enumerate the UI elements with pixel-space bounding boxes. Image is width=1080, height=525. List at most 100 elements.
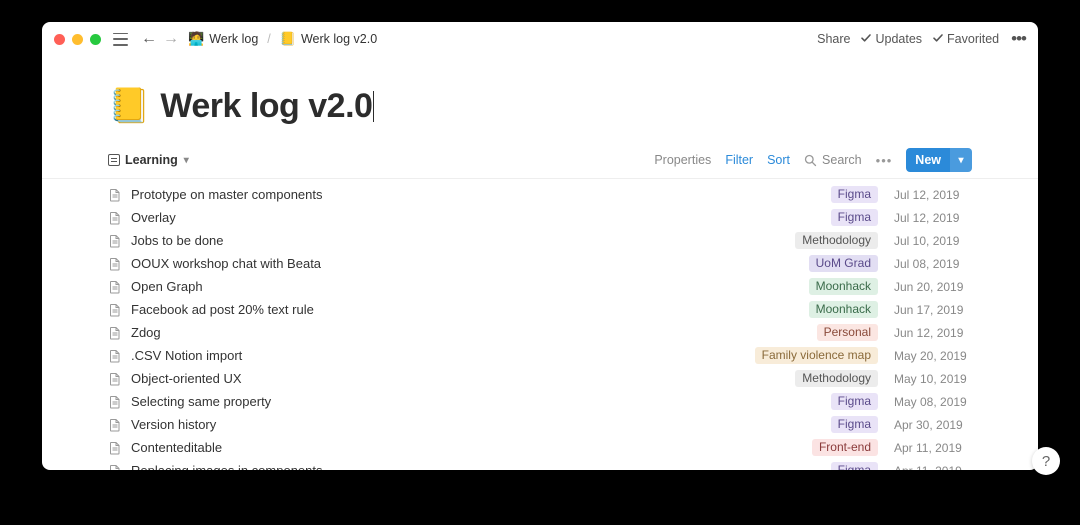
updates-label: Updates	[875, 32, 922, 46]
list-item-title: Open Graph	[131, 279, 801, 294]
tag-badge: Figma	[831, 186, 878, 203]
search-icon	[804, 154, 817, 167]
window-controls	[54, 34, 101, 45]
list-item[interactable]: Object-oriented UX Methodology May 10, 201…	[108, 367, 972, 390]
page-icon	[108, 234, 122, 248]
page-title[interactable]: Werk log v2.0	[160, 87, 372, 126]
favorited-button[interactable]: Favorited	[932, 32, 999, 47]
list-item-title: OOUX workshop chat with Beata	[131, 256, 801, 271]
toolbar-more-button[interactable]: •••	[876, 153, 893, 168]
database-list: Prototype on master components Figma Jul 1…	[42, 179, 1038, 470]
list-item[interactable]: Prototype on master components Figma Jul 1…	[108, 183, 972, 206]
check-icon	[932, 32, 944, 47]
check-icon	[860, 32, 872, 47]
list-item-date: May 10, 2019	[894, 372, 972, 386]
more-menu-button[interactable]: •••	[1011, 29, 1026, 49]
tag-badge: Front-end	[812, 439, 878, 456]
page-icon	[108, 303, 122, 317]
new-button-label: New	[906, 153, 950, 167]
search-label: Search	[822, 153, 862, 167]
list-item-title: Version history	[131, 417, 823, 432]
list-item[interactable]: Jobs to be done Methodology Jul 10, 2019	[108, 229, 972, 252]
new-button-dropdown[interactable]: ▾	[950, 148, 972, 172]
list-item-title: Replacing images in components	[131, 463, 823, 470]
sidebar-toggle-icon[interactable]	[113, 33, 128, 46]
sort-button[interactable]: Sort	[767, 153, 790, 167]
list-item[interactable]: Contenteditable Front-end Apr 11, 2019	[108, 436, 972, 459]
page-icon	[108, 464, 122, 471]
search-button[interactable]: Search	[804, 153, 862, 167]
list-item-title: Jobs to be done	[131, 233, 787, 248]
page-icon	[108, 418, 122, 432]
tag-badge: Figma	[831, 462, 878, 470]
new-button[interactable]: New ▾	[906, 148, 972, 172]
view-picker[interactable]: Learning ▾	[108, 153, 189, 167]
page-emoji[interactable]: 📒	[108, 86, 150, 126]
tag-badge: UoM Grad	[809, 255, 878, 272]
list-item-date: Apr 11, 2019	[894, 441, 972, 455]
database-toolbar: Learning ▾ Properties Filter Sort Search…	[42, 134, 1038, 179]
list-item-title: Zdog	[131, 325, 809, 340]
maximize-window-button[interactable]	[90, 34, 101, 45]
properties-button[interactable]: Properties	[654, 153, 711, 167]
list-view-icon	[108, 154, 120, 166]
nav-forward-button[interactable]: →	[160, 30, 182, 48]
list-item-date: Jul 08, 2019	[894, 257, 972, 271]
top-actions: Share Updates Favorited •••	[817, 29, 1026, 49]
list-item[interactable]: Replacing images in components Figma Apr 1…	[108, 459, 972, 470]
minimize-window-button[interactable]	[72, 34, 83, 45]
list-item[interactable]: Overlay Figma Jul 12, 2019	[108, 206, 972, 229]
page-icon	[108, 372, 122, 386]
page-icon	[108, 280, 122, 294]
page-header: 📒 Werk log v2.0	[42, 56, 1038, 134]
favorited-label: Favorited	[947, 32, 999, 46]
page-icon	[108, 188, 122, 202]
tag-badge: Methodology	[795, 232, 878, 249]
filter-button[interactable]: Filter	[725, 153, 753, 167]
nav-back-button[interactable]: ←	[138, 30, 160, 48]
page-icon	[108, 326, 122, 340]
tag-badge: Methodology	[795, 370, 878, 387]
list-item-date: Jun 20, 2019	[894, 280, 972, 294]
list-item-title: Object-oriented UX	[131, 371, 787, 386]
share-button[interactable]: Share	[817, 32, 850, 46]
list-item[interactable]: Facebook ad post 20% text ruleMoonhackJu…	[108, 298, 972, 321]
list-item[interactable]: Zdog Personal Jun 12, 2019	[108, 321, 972, 344]
breadcrumb-parent[interactable]: Werk log	[209, 32, 258, 46]
close-window-button[interactable]	[54, 34, 65, 45]
updates-button[interactable]: Updates	[860, 32, 922, 47]
page-icon	[108, 211, 122, 225]
page-icon	[108, 349, 122, 363]
list-item-date: May 08, 2019	[894, 395, 972, 409]
list-item[interactable]: OOUX workshop chat with Beata UoM Grad Jul…	[108, 252, 972, 275]
tag-badge: Moonhack	[809, 278, 878, 295]
list-item-date: Jul 12, 2019	[894, 188, 972, 202]
list-item-date: Apr 11, 2019	[894, 464, 972, 471]
page-icon	[108, 441, 122, 455]
tag-badge: Figma	[831, 209, 878, 226]
list-item-title: Overlay	[131, 210, 823, 225]
breadcrumb-separator: /	[267, 32, 270, 46]
breadcrumb-current[interactable]: Werk log v2.0	[301, 32, 377, 46]
tag-badge: Figma	[831, 393, 878, 410]
tag-badge: Family violence map	[755, 347, 878, 364]
list-item[interactable]: .CSV Notion importFamily violence mapMay…	[108, 344, 972, 367]
breadcrumb-current-icon: 📒	[280, 31, 296, 47]
list-item-title: Selecting same property	[131, 394, 823, 409]
list-item-date: May 20, 2019	[894, 349, 972, 363]
help-button[interactable]: ?	[1032, 447, 1060, 475]
page-content: 📒 Werk log v2.0 Learning ▾ Properties Fi…	[42, 56, 1038, 470]
list-item-title: Prototype on master components	[131, 187, 823, 202]
view-label: Learning	[125, 153, 178, 167]
breadcrumb-parent-icon: 🧑‍💻	[188, 31, 204, 47]
page-icon	[108, 395, 122, 409]
list-item[interactable]: Selecting same property Figma May 08, 2019	[108, 390, 972, 413]
list-item-date: Jun 12, 2019	[894, 326, 972, 340]
list-item[interactable]: Version historyFigmaApr 30, 2019	[108, 413, 972, 436]
tag-badge: Personal	[817, 324, 878, 341]
list-item[interactable]: Open Graph Moonhack Jun 20, 2019	[108, 275, 972, 298]
list-item-date: Jul 12, 2019	[894, 211, 972, 225]
list-item-date: Jul 10, 2019	[894, 234, 972, 248]
chevron-down-icon: ▾	[184, 155, 189, 166]
list-item-title: Contenteditable	[131, 440, 804, 455]
